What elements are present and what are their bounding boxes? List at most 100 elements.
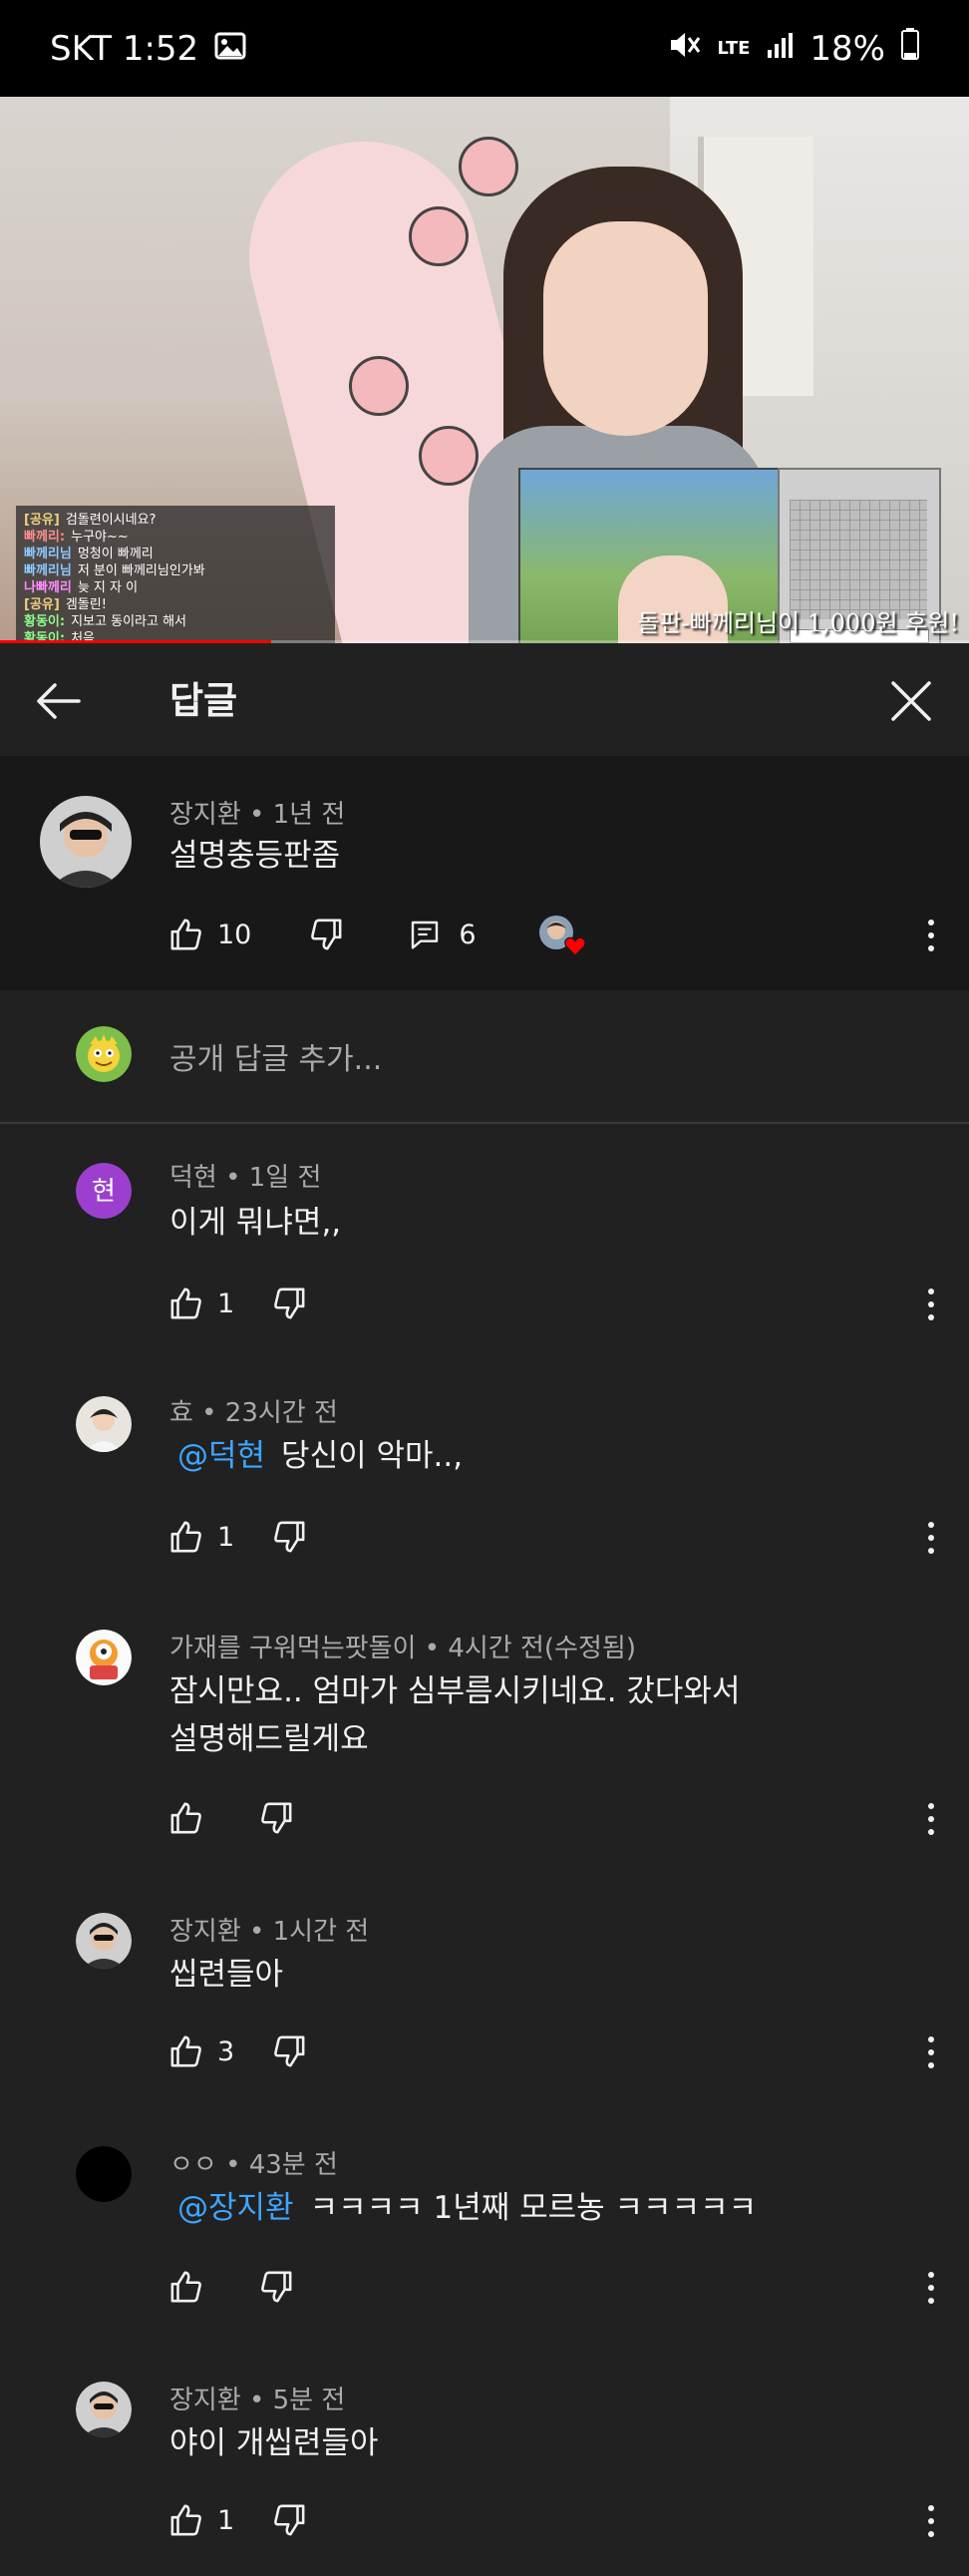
like-button[interactable] [169,2270,203,2304]
more-options-icon [928,945,934,951]
comment-time: 1시간 전 [272,1917,370,1947]
more-options-icon [928,1522,934,1528]
chat-message: 저 분이 빠께리님인가봐 [77,563,205,578]
more-options-button[interactable] [921,1285,941,1324]
more-options-button[interactable] [921,2032,941,2072]
dislike-button[interactable] [272,2503,306,2537]
thumbs-down-icon [261,1802,292,1834]
divider [0,1122,969,1124]
comment-time: 4시간 전(수정됨) [448,1634,636,1663]
more-options-icon [928,932,934,938]
avatar[interactable] [40,796,132,888]
comment-author[interactable]: 가재를 구워먹는팟돌이 [169,1634,416,1663]
more-options-button[interactable] [921,1799,941,1839]
comment-author[interactable]: 덕현 [169,1163,217,1193]
avatar[interactable] [76,1913,132,1969]
heart-icon [563,936,586,956]
add-reply-input[interactable]: 공개 답글 추가... [169,1034,382,1078]
more-options-icon [928,2531,934,2537]
comment-meta: 장지환 • 1년 전 [169,794,345,831]
carrier-time: SKT 1:52 [50,28,199,69]
arrow-left-icon [37,683,81,719]
comment-text: 잠시만요.. 엄마가 심부름시키네요. 갔다와서설명해드릴게요 [169,1667,740,1763]
video-player[interactable]: [공유] 검돌련이시네요? 빠께리: 누구야~~ 빠께리님 멍청이 빠께리 빠께리님 저 분이… [0,97,969,643]
thumbs-down-icon [274,1521,305,1553]
chat-username: 나빠께리 [24,580,72,595]
comment-time: 23시간 전 [224,1398,338,1428]
like-button[interactable]: 3 [169,2034,234,2068]
more-options-button[interactable] [921,2268,941,2308]
avatar[interactable] [76,2146,132,2202]
mute-icon [667,29,701,69]
more-options-icon [928,2049,934,2055]
comment-author[interactable]: 장지환 [169,2386,241,2415]
comment-meta: 효 • 23시간 전 [169,1392,338,1429]
comment-text-line: 잠시만요.. 엄마가 심부름시키네요. 갔다와서 [169,1673,741,1709]
chat-message: 검돌련이시네요? [65,513,157,528]
avatar[interactable]: 현 [76,1163,132,1219]
like-button[interactable] [169,1801,203,1835]
avatar[interactable] [76,1396,132,1452]
like-button[interactable]: 1 [169,1520,234,1554]
chat-line: [공유] 겜돌린! [24,596,327,613]
more-options-icon [928,2298,934,2304]
dislike-button[interactable] [272,1287,306,1320]
back-button[interactable] [30,673,86,729]
close-button[interactable] [883,673,939,729]
chat-username: 황동이: [24,614,66,629]
dislike-button[interactable] [272,2034,306,2068]
comment-actions: 3 [169,2026,306,2076]
chat-username: 빠께리: [24,530,66,545]
dislike-button[interactable] [259,1801,293,1835]
like-button[interactable]: 1 [169,2503,234,2537]
thumbs-down-icon [274,2035,305,2067]
more-options-button[interactable] [921,2501,941,2541]
video-peach [419,426,479,486]
add-reply-row[interactable]: 공개 답글 추가... [0,992,969,1120]
like-button[interactable]: 1 [169,1287,234,1320]
creator-heart [538,915,586,956]
more-options-icon [928,2062,934,2068]
dislike-button[interactable] [259,2270,293,2304]
comment-author[interactable]: 효 [169,1398,193,1428]
more-options-icon [928,1301,934,1307]
replies-button[interactable]: 6 [409,919,477,950]
more-options-button[interactable] [921,1518,941,1558]
dislike-button[interactable] [272,1520,306,1554]
more-options-button[interactable] [921,916,941,955]
close-icon [891,681,931,721]
more-options-icon [928,1535,934,1541]
comment-author[interactable]: ㅇㅇ [169,2150,217,2180]
like-button[interactable]: 10 [169,918,251,951]
meta-separator: • [240,800,273,830]
thumbs-up-icon [170,919,201,950]
comment-author[interactable]: 장지환 [169,1917,241,1947]
minesweeper-grid [790,500,927,619]
mention-link[interactable]: @덕현 [177,1438,265,1474]
like-count: 1 [217,2504,235,2536]
avatar[interactable] [76,1630,132,1685]
comment-text-line: 설명해드릴게요 [169,1721,369,1757]
comment-meta: 장지환 • 5분 전 [169,2380,345,2416]
comment-meta: 덕현 • 1일 전 [169,1157,321,1194]
page-title: 답글 [169,679,238,722]
meta-separator: • [416,1634,449,1663]
mention-link[interactable]: @장지환 [177,2190,294,2226]
more-options-icon [928,2285,934,2291]
replies-header: 답글 [0,643,969,756]
comment-time: 1일 전 [248,1163,322,1193]
more-options-icon [928,1816,934,1822]
parent-comment: 장지환 • 1년 전 설명충등판좀 10 6 [0,756,969,990]
video-peach [409,206,469,266]
comment-text: @덕현 당신이 악마.., [169,1432,463,1480]
comment-author[interactable]: 장지환 [169,800,241,830]
chat-message: 지보고 동이라고 해서 [71,614,186,629]
comment-actions: 1 [169,2495,306,2545]
dislike-button[interactable] [309,918,343,951]
status-bar: SKT 1:52 LTE 18% [0,0,969,97]
thumbs-up-icon [170,1288,201,1319]
comment-icon [412,920,439,949]
avatar[interactable] [76,2382,132,2437]
comment-text-line: 이게 뭐냐면,, [169,1205,342,1241]
comment-text: @장지환 ㅋㅋㅋㅋ 1년째 모르농 ㅋㅋㅋㅋㅋ [169,2184,757,2232]
